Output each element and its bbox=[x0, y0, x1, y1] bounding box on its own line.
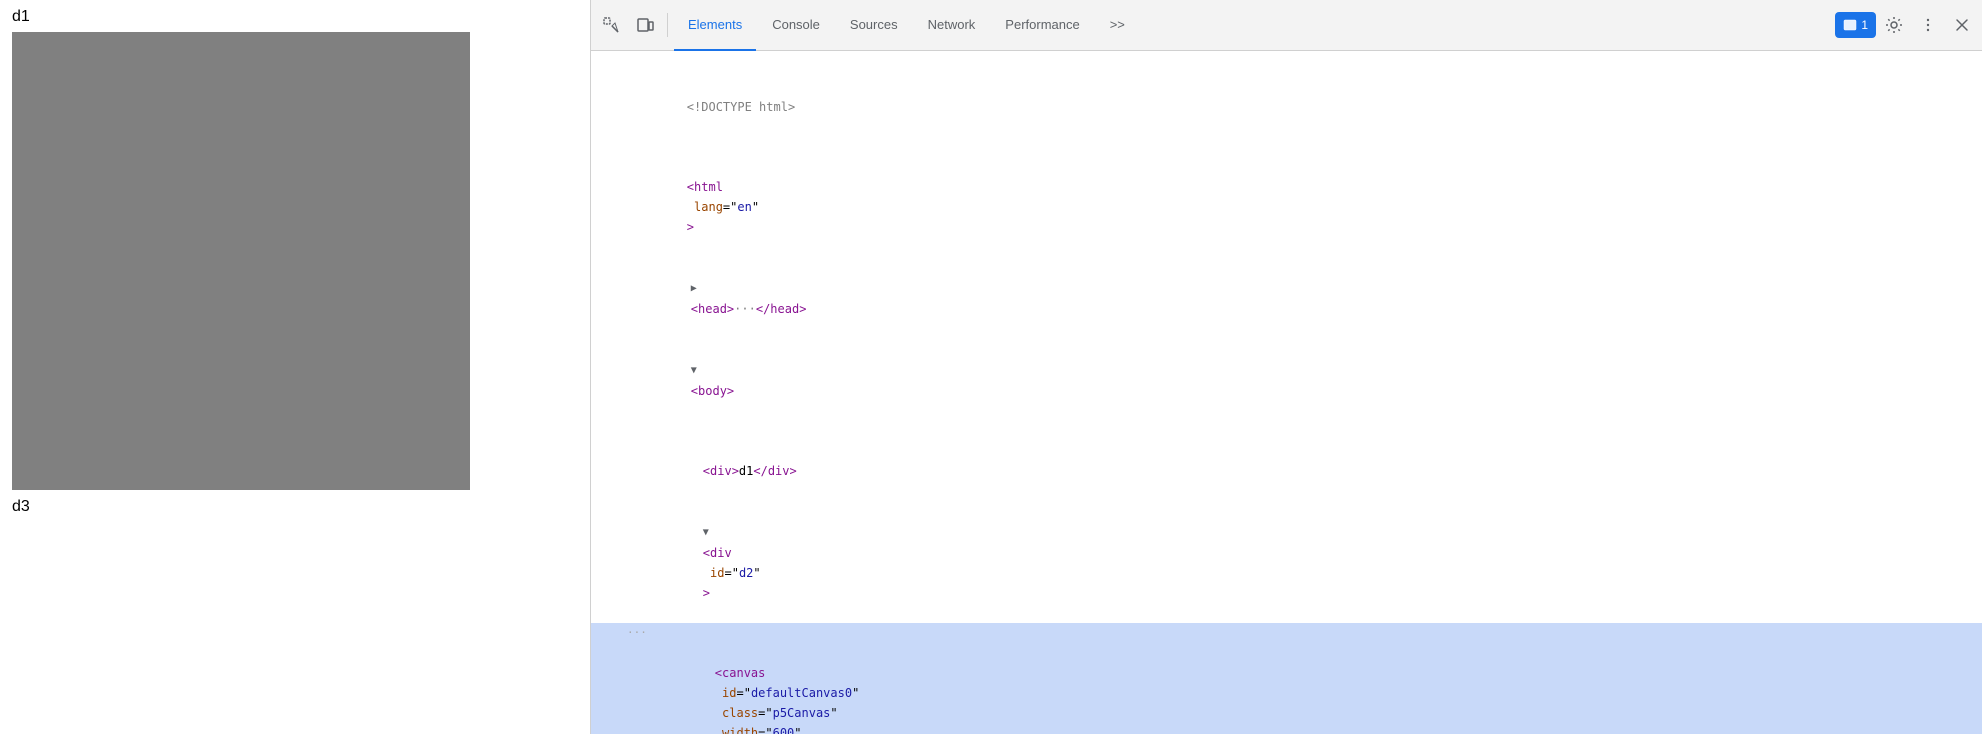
devtools-panel: Elements Console Sources Network Perform… bbox=[591, 0, 1982, 734]
close-devtools-icon[interactable] bbox=[1946, 9, 1978, 41]
head-toggle[interactable] bbox=[691, 279, 705, 299]
tab-sources[interactable]: Sources bbox=[836, 0, 912, 51]
html-line-html-open[interactable]: <html lang="en" > bbox=[591, 137, 1982, 257]
tab-elements[interactable]: Elements bbox=[674, 0, 756, 51]
body-toggle[interactable] bbox=[691, 361, 705, 381]
page-preview: d1 d3 bbox=[0, 0, 590, 734]
canvas-preview bbox=[12, 32, 470, 490]
tab-console[interactable]: Console bbox=[758, 0, 834, 51]
settings-icon[interactable] bbox=[1878, 9, 1910, 41]
inspect-element-icon[interactable] bbox=[595, 9, 627, 41]
badge-count: 1 bbox=[1861, 18, 1868, 32]
d1-label: d1 bbox=[12, 8, 578, 26]
html-line-doctype[interactable]: <!DOCTYPE html> bbox=[591, 57, 1982, 137]
notification-badge[interactable]: 1 bbox=[1835, 12, 1876, 38]
d2-toggle[interactable] bbox=[703, 523, 717, 543]
html-line-body-open[interactable]: <body> bbox=[591, 339, 1982, 421]
d3-label: d3 bbox=[12, 498, 578, 516]
devtools-toolbar: Elements Console Sources Network Perform… bbox=[591, 0, 1982, 51]
toolbar-divider-1 bbox=[667, 13, 668, 37]
html-line-div-d2-open[interactable]: <div id="d2" > bbox=[591, 501, 1982, 623]
html-line-div-d1[interactable]: <div>d1</div> bbox=[591, 421, 1982, 501]
device-toolbar-icon[interactable] bbox=[629, 9, 661, 41]
tab-network[interactable]: Network bbox=[914, 0, 990, 51]
tab-performance[interactable]: Performance bbox=[991, 0, 1093, 51]
tab-more[interactable]: >> bbox=[1096, 0, 1139, 51]
html-line-canvas[interactable]: ··· <canvas id="defaultCanvas0" class="p… bbox=[591, 623, 1982, 734]
elements-panel-content: <!DOCTYPE html> <html lang="en" > <head>… bbox=[591, 51, 1982, 734]
more-options-icon[interactable] bbox=[1912, 9, 1944, 41]
toolbar-right: 1 bbox=[1835, 9, 1978, 41]
html-line-head[interactable]: <head>···</head> bbox=[591, 257, 1982, 339]
